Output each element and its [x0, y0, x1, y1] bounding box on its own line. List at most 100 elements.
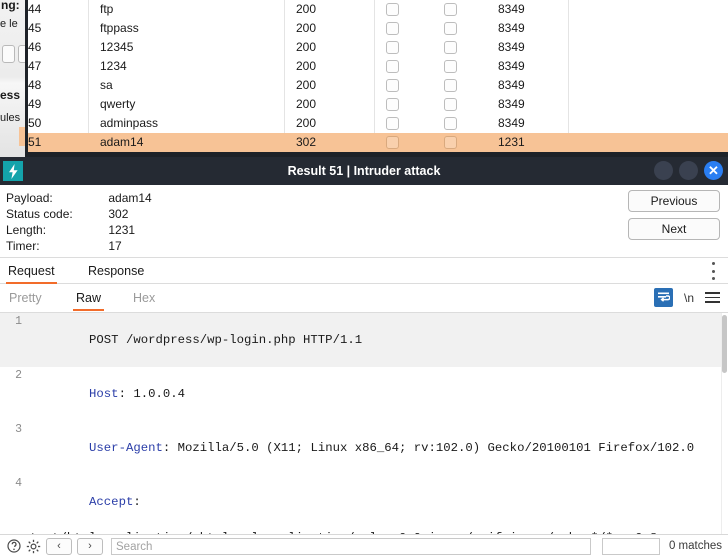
- cell-id: 44: [28, 2, 42, 16]
- fragment-text-4: ules: [0, 112, 21, 124]
- dialog-titlebar[interactable]: Result 51 | Intruder attack ✕: [0, 157, 728, 185]
- line-number: 4: [15, 477, 22, 490]
- results-table[interactable]: 44 ftp 200 8349 45 ftppass 200 8349 46 1…: [28, 0, 728, 160]
- result-navigation: Previous Next: [628, 190, 720, 240]
- value-payload: adam14: [108, 191, 152, 205]
- cell-error-checkbox[interactable]: [386, 117, 399, 130]
- cell-timeout-checkbox[interactable]: [444, 22, 457, 35]
- tab-request[interactable]: Request: [6, 258, 57, 284]
- tab-pretty[interactable]: Pretty: [9, 286, 42, 311]
- label-status-code: Status code:: [6, 207, 73, 221]
- request-line: 2 Host: 1.0.0.4: [0, 367, 728, 421]
- label-timer: Timer:: [6, 239, 40, 253]
- question-circle-icon[interactable]: [6, 539, 21, 554]
- minimize-icon[interactable]: [654, 161, 673, 180]
- cell-status: 200: [296, 2, 317, 16]
- table-row[interactable]: 46 12345 200 8349: [28, 38, 728, 57]
- cell-status: 302: [296, 135, 317, 149]
- request-editor[interactable]: 1 POST /wordpress/wp-login.php HTTP/1.1 2…: [0, 313, 728, 557]
- info-row-timer: Timer: 17: [6, 238, 728, 254]
- cell-length: 8349: [498, 59, 525, 73]
- tab-hex[interactable]: Hex: [133, 286, 155, 311]
- cell-timeout-checkbox[interactable]: [444, 98, 457, 111]
- search-prev-button[interactable]: ‹: [46, 537, 72, 555]
- search-options-box[interactable]: [601, 537, 660, 555]
- close-glyph: ✕: [708, 163, 719, 178]
- table-row[interactable]: 49 qwerty 200 8349: [28, 95, 728, 114]
- cell-timeout-checkbox[interactable]: [444, 136, 457, 149]
- cell-payload: 12345: [100, 40, 134, 54]
- cell-id: 47: [28, 59, 42, 73]
- cell-id: 46: [28, 40, 42, 54]
- cell-error-checkbox[interactable]: [386, 60, 399, 73]
- value-status-code: 302: [108, 207, 129, 221]
- label-payload: Payload:: [6, 191, 53, 205]
- newline-icon[interactable]: \n: [684, 291, 694, 305]
- header-name: Accept: [89, 495, 134, 509]
- background-field-a[interactable]: [2, 45, 15, 63]
- cell-error-checkbox[interactable]: [386, 3, 399, 16]
- word-wrap-icon[interactable]: [653, 288, 673, 307]
- maximize-icon[interactable]: [679, 161, 698, 180]
- cell-status: 200: [296, 116, 317, 130]
- cell-status: 200: [296, 21, 317, 35]
- table-row[interactable]: 45 ftppass 200 8349: [28, 19, 728, 38]
- cell-timeout-checkbox[interactable]: [444, 117, 457, 130]
- cell-payload: 1234: [100, 59, 127, 73]
- cell-length: 8349: [498, 2, 525, 16]
- cell-timeout-checkbox[interactable]: [444, 79, 457, 92]
- cell-payload: sa: [100, 78, 113, 92]
- cell-error-checkbox[interactable]: [386, 22, 399, 35]
- request-line: 3 User-Agent: Mozilla/5.0 (X11; Linux x86…: [0, 421, 728, 475]
- cell-id: 45: [28, 21, 42, 35]
- search-input-wrapper[interactable]: [111, 537, 591, 555]
- info-row-length: Length: 1231: [6, 222, 728, 238]
- editor-scrollbar[interactable]: [721, 313, 728, 557]
- label-length: Length:: [6, 223, 47, 237]
- cell-id: 49: [28, 97, 42, 111]
- line-number: 1: [15, 315, 22, 328]
- table-row[interactable]: 50 adminpass 200 8349: [28, 114, 728, 133]
- menu-icon[interactable]: [705, 292, 720, 303]
- cell-status: 200: [296, 97, 317, 111]
- message-tabs: Request Response: [0, 257, 728, 284]
- header-value: 1.0.0.4: [125, 387, 186, 401]
- cell-timeout-checkbox[interactable]: [444, 60, 457, 73]
- cell-error-checkbox[interactable]: [386, 136, 399, 149]
- table-row[interactable]: 44 ftp 200 8349: [28, 0, 728, 19]
- cell-payload: ftppass: [100, 21, 139, 35]
- line-text: POST /wordpress/wp-login.php HTTP/1.1: [89, 333, 363, 347]
- search-input[interactable]: [112, 539, 590, 554]
- cell-payload: adminpass: [100, 116, 159, 130]
- background-field-b[interactable]: [18, 45, 25, 63]
- screen: ng: e le ess ules 44 ftp 200 8349 45 ftp…: [0, 0, 728, 557]
- table-row[interactable]: 47 1234 200 8349: [28, 57, 728, 76]
- line-number: 2: [15, 369, 22, 382]
- tab-response[interactable]: Response: [88, 258, 144, 284]
- intruder-results-window: ng: e le ess ules 44 ftp 200 8349 45 ftp…: [0, 0, 728, 160]
- table-row-selected[interactable]: 51 adam14 302 1231: [28, 133, 728, 152]
- editor-scrollbar-thumb[interactable]: [722, 315, 727, 373]
- cell-error-checkbox[interactable]: [386, 98, 399, 111]
- fragment-text-1: ng:: [1, 0, 20, 12]
- value-timer: 17: [108, 239, 122, 253]
- cell-length: 8349: [498, 78, 525, 92]
- next-button[interactable]: Next: [628, 218, 720, 240]
- cell-payload: qwerty: [100, 97, 136, 111]
- previous-button[interactable]: Previous: [628, 190, 720, 212]
- match-count: 0 matches: [668, 540, 722, 552]
- cell-id: 50: [28, 116, 42, 130]
- cell-timeout-checkbox[interactable]: [444, 3, 457, 16]
- cell-error-checkbox[interactable]: [386, 79, 399, 92]
- search-next-button[interactable]: ›: [77, 537, 103, 555]
- gear-icon[interactable]: [26, 539, 41, 554]
- more-options-icon[interactable]: [707, 262, 719, 280]
- cell-error-checkbox[interactable]: [386, 41, 399, 54]
- value-length: 1231: [108, 223, 136, 237]
- info-row-status-code: Status code: 302: [6, 206, 728, 222]
- cell-timeout-checkbox[interactable]: [444, 41, 457, 54]
- table-row[interactable]: 48 sa 200 8349: [28, 76, 728, 95]
- tab-raw[interactable]: Raw: [72, 286, 105, 311]
- background-panel-sliver: ng: e le ess ules: [0, 0, 25, 160]
- close-icon[interactable]: ✕: [704, 161, 723, 180]
